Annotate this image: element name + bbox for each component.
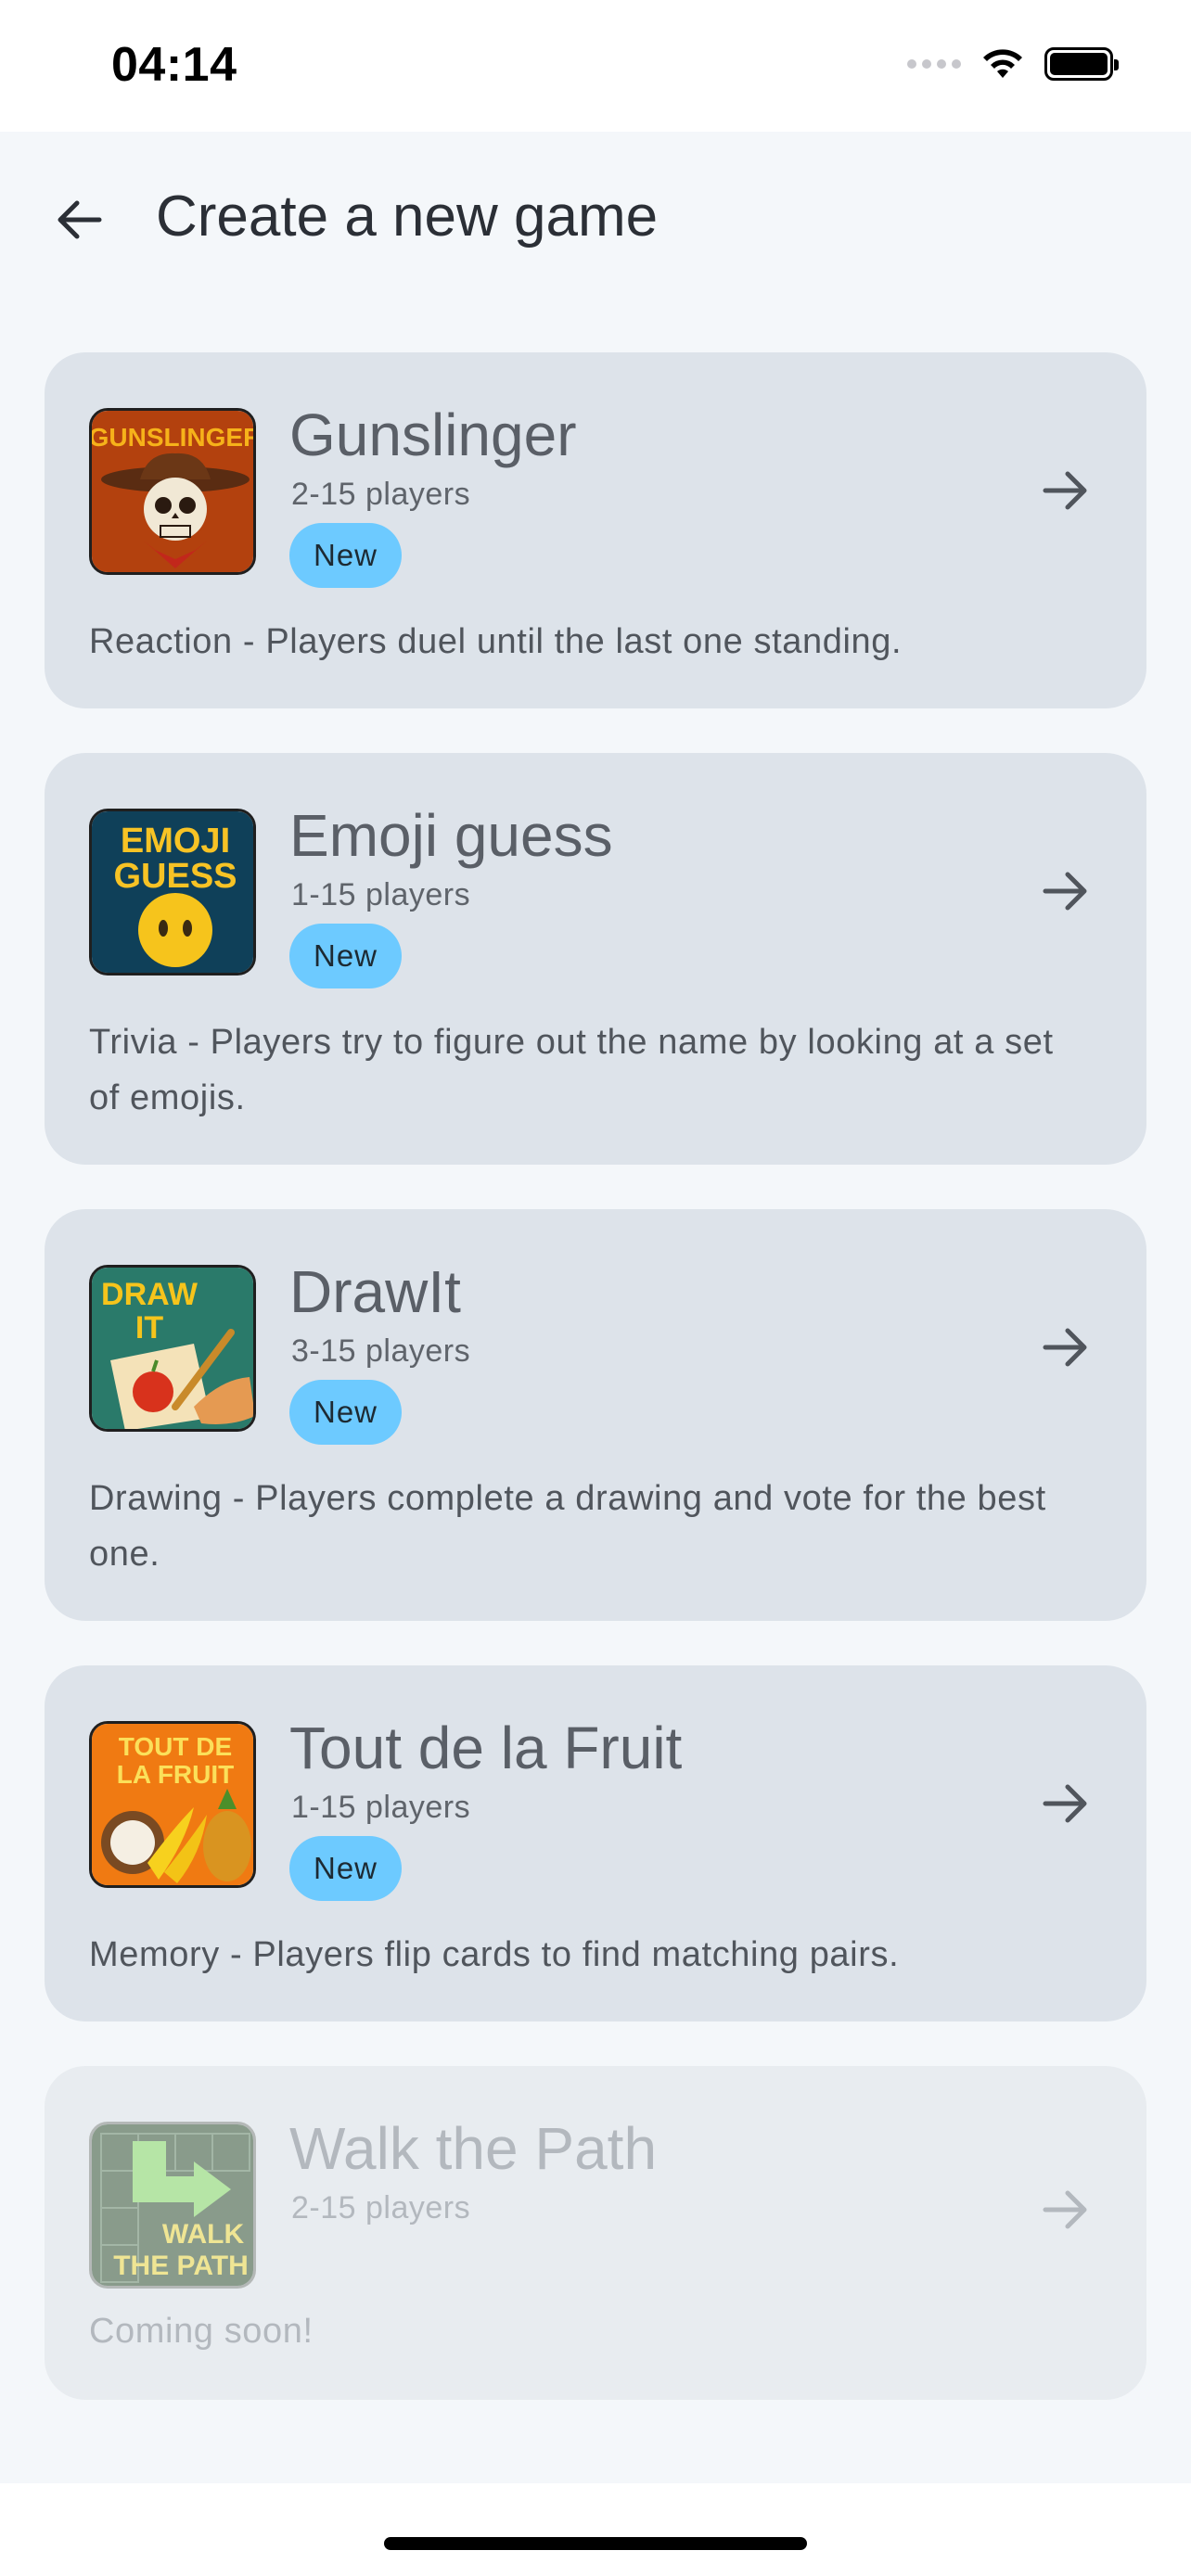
app-content: Create a new game GUNSLINGER Gunslinger … (0, 132, 1191, 2483)
game-card-gunslinger[interactable]: GUNSLINGER Gunslinger 2-15 players New R… (45, 352, 1146, 708)
game-card-drawit[interactable]: DRAW IT DrawIt 3-15 players New Drawing … (45, 1209, 1146, 1621)
game-name: DrawIt (289, 1258, 461, 1325)
wifi-icon (983, 49, 1022, 78)
tout-de-la-fruit-thumbnail: TOUT DE LA FRUIT (89, 1721, 256, 1888)
page-title: Create a new game (156, 185, 659, 249)
game-card-walk-the-path: WALK THE PATH Walk the Path 2-15 players… (45, 2066, 1146, 2400)
open-game-button[interactable] (1033, 1771, 1098, 1836)
battery-icon (1044, 47, 1119, 81)
home-indicator[interactable] (384, 2537, 807, 2550)
new-badge: New (289, 924, 403, 988)
status-icons (907, 46, 1119, 82)
gunslinger-thumb-text: GUNSLINGER (92, 423, 256, 452)
game-name: Walk the Path (289, 2115, 658, 2182)
gunslinger-thumbnail: GUNSLINGER (89, 408, 256, 575)
drawit-thumb-text-1: DRAW (101, 1277, 198, 1312)
tout-thumb-text-1: TOUT DE (119, 1732, 232, 1761)
game-players: 2-15 players (291, 477, 471, 512)
tout-thumb-text-2: LA FRUIT (117, 1760, 235, 1789)
game-card-tout-de-la-fruit[interactable]: TOUT DE LA FRUIT Tout de la Fruit 1-15 p… (45, 1665, 1146, 2021)
game-players: 3-15 players (291, 1333, 471, 1369)
screen: 04:14 Create a new game GUNSLINGER Gunsl… (0, 0, 1191, 2576)
open-game-button[interactable] (1033, 859, 1098, 924)
open-game-button[interactable] (1033, 1315, 1098, 1380)
new-badge: New (289, 1380, 403, 1445)
new-badge: New (289, 523, 403, 588)
game-description: Reaction - Players duel until the last o… (89, 622, 903, 661)
cellular-signal-icon (907, 59, 961, 69)
open-game-button-disabled (1033, 2177, 1098, 2242)
bottom-safe-area (0, 2483, 1191, 2576)
drawit-thumbnail: DRAW IT (89, 1265, 256, 1432)
game-card-emoji-guess[interactable]: EMOJI GUESS Emoji guess 1-15 players New… (45, 753, 1146, 1165)
back-button[interactable] (46, 187, 111, 252)
new-badge: New (289, 1836, 403, 1901)
arrow-right-icon (1043, 872, 1087, 911)
walk-thumb-text-2: THE PATH (113, 2251, 249, 2281)
arrow-right-icon (1043, 1328, 1087, 1367)
game-description: Drawing - Players complete a drawing and… (89, 1479, 1046, 1574)
game-players: 1-15 players (291, 1790, 471, 1825)
arrow-right-icon (1043, 2190, 1087, 2229)
emoji-guess-thumbnail: EMOJI GUESS (89, 809, 256, 976)
game-description: Memory - Players flip cards to find matc… (89, 1935, 900, 1974)
game-players: 2-15 players (291, 2190, 471, 2225)
emoji-guess-thumb-text-2: GUESS (113, 857, 237, 896)
game-name: Emoji guess (289, 802, 613, 869)
coming-soon-text: Coming soon! (89, 2312, 314, 2351)
drawit-thumb-text-2: IT (135, 1310, 163, 1345)
status-bar: 04:14 (0, 0, 1191, 132)
emoji-guess-thumb-text-1: EMOJI (121, 822, 230, 861)
arrow-left-icon (58, 200, 102, 239)
game-players: 1-15 players (291, 877, 471, 912)
walk-thumb-text-1: WALK (162, 2219, 245, 2250)
game-description: Trivia - Players try to figure out the n… (89, 1023, 1054, 1117)
arrow-right-icon (1043, 1784, 1087, 1823)
status-time: 04:14 (111, 38, 237, 92)
game-name: Gunslinger (289, 402, 577, 468)
app-header: Create a new game (0, 132, 1191, 308)
game-list: GUNSLINGER Gunslinger 2-15 players New R… (45, 352, 1146, 2444)
game-name: Tout de la Fruit (289, 1715, 683, 1781)
open-game-button[interactable] (1033, 458, 1098, 523)
arrow-right-icon (1043, 471, 1087, 510)
walk-the-path-thumbnail: WALK THE PATH (89, 2122, 256, 2289)
